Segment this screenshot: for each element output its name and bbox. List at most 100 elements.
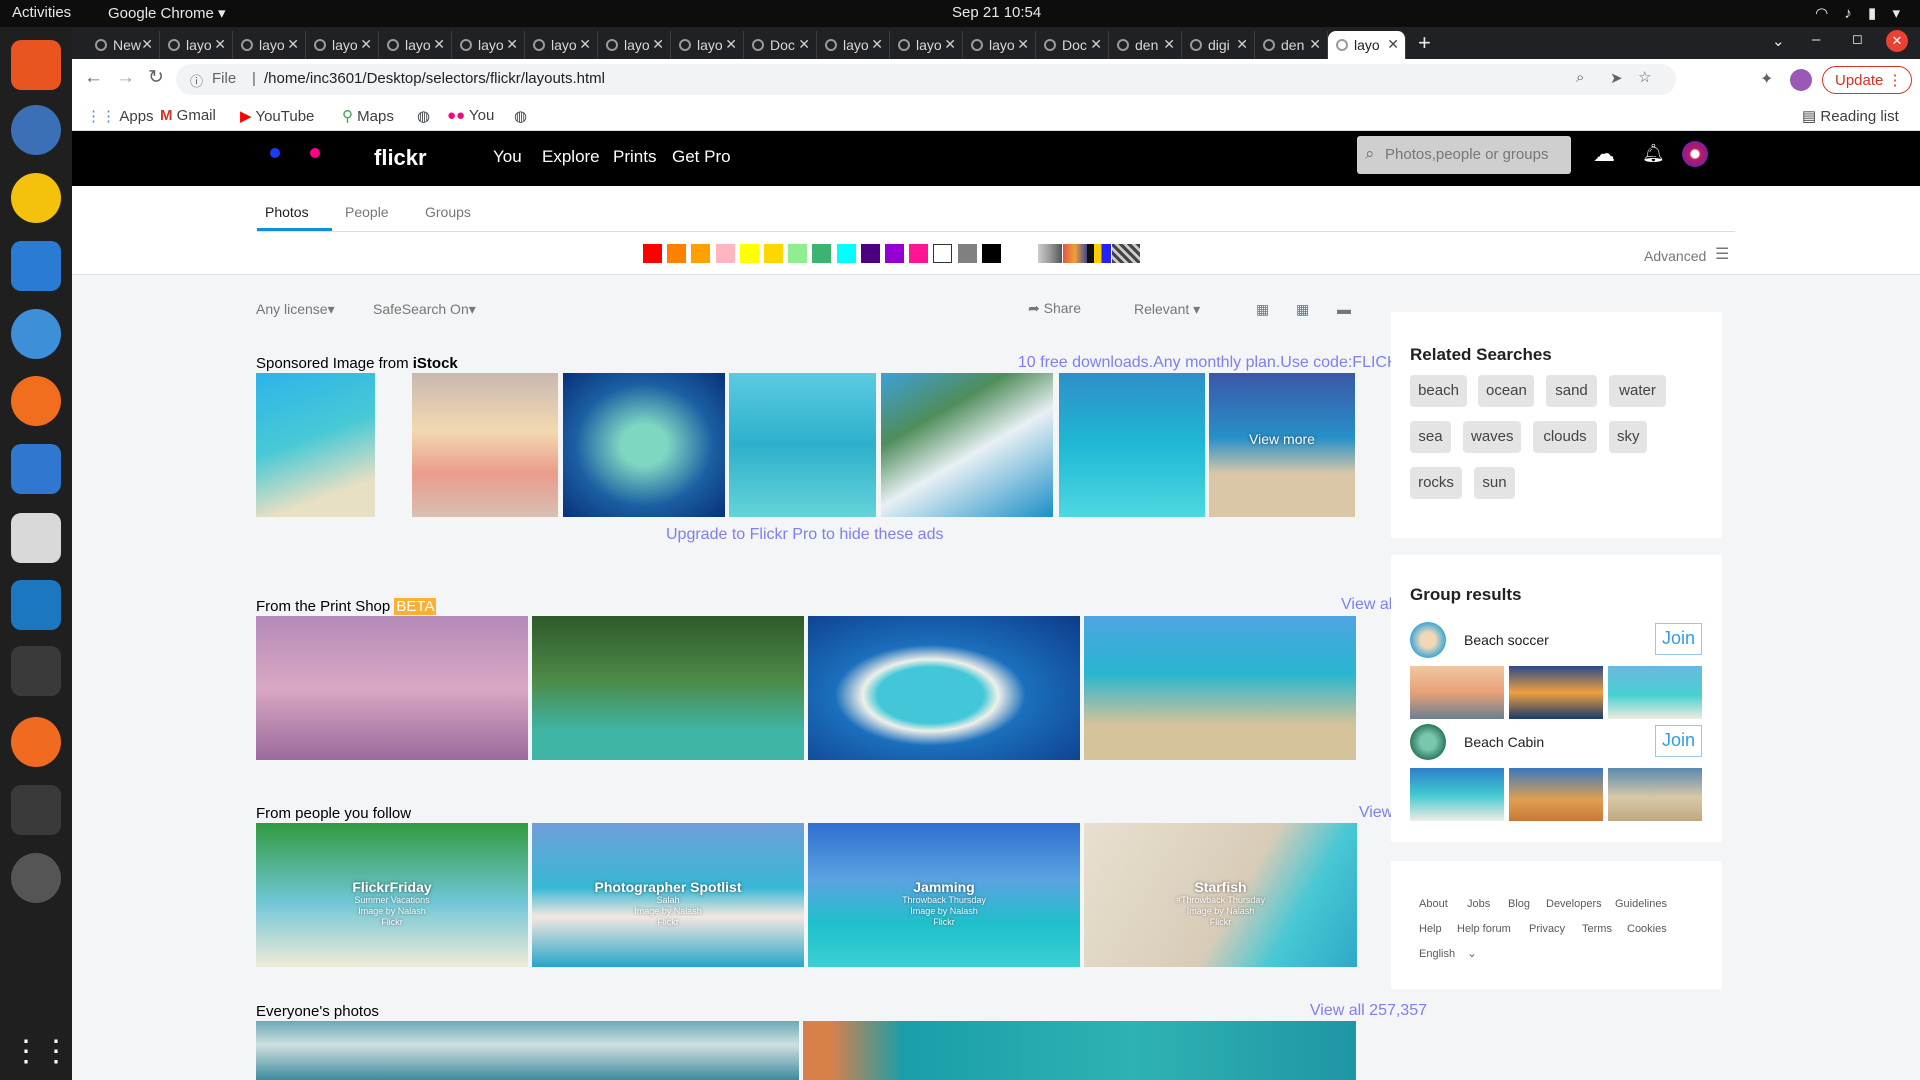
justified-view-icon[interactable]: ▦ [1296,301,1309,318]
close-tab-icon[interactable]: ✕ [214,36,226,53]
color-swatch[interactable] [909,244,929,263]
terminal-icon[interactable] [11,785,61,835]
minimize-window-icon[interactable]: – [1812,31,1820,48]
related-tag[interactable]: sky [1609,421,1647,453]
thunderbird-icon[interactable] [11,105,61,155]
writer-icon[interactable] [11,241,61,291]
people-follow-card[interactable]: Starfish #Throwback Thursday Image by Nala… [1084,823,1357,967]
flickr-logo[interactable]: flickr [374,145,427,171]
language-select[interactable]: English ⌄ [1419,947,1477,960]
print-shop-view-all[interactable]: View all 846 [1172,596,1427,614]
join-group-button[interactable]: Join [1655,725,1702,757]
ubuntu-software-icon[interactable] [11,40,61,90]
activities-button[interactable]: Activities [12,4,71,21]
close-tab-icon[interactable]: ✕ [506,36,518,53]
footer-blog[interactable]: Blog [1508,898,1530,910]
people-follow-card[interactable]: Photographer Spotlist Salah Image by Nalas… [532,823,804,967]
close-tab-icon[interactable]: ✕ [287,36,299,53]
tab[interactable]: layo ✕ [160,31,233,59]
profile-avatar[interactable] [1790,69,1812,91]
group-name[interactable]: Beach Cabin [1464,734,1544,750]
group-photo[interactable] [1608,666,1702,719]
related-tag[interactable]: sea [1410,421,1451,453]
tab[interactable]: den ✕ [1255,31,1328,59]
color-swatch[interactable] [812,244,832,263]
back-icon[interactable]: ← [84,67,103,89]
close-tab-icon[interactable]: ✕ [579,36,591,53]
update-button[interactable]: Update ⋮ [1822,66,1912,94]
people-follow-card[interactable]: Jamming Throwback Thursday Image by Nalash… [808,823,1080,967]
close-window-icon[interactable]: ✕ [1886,30,1908,52]
group-name[interactable]: Beach soccer [1464,632,1549,648]
nav-get-pro[interactable]: Get Pro [672,147,731,167]
tab[interactable]: layo ✕ [233,31,306,59]
show-apps-icon[interactable]: ⋮⋮⋮ [11,1027,101,1077]
related-tag[interactable]: clouds [1533,421,1597,453]
related-tag[interactable]: sand [1546,375,1597,407]
tab[interactable]: den ✕ [1109,31,1182,59]
tab[interactable]: New ✕ [87,31,160,59]
tab[interactable]: Doc ✕ [744,31,817,59]
bookmark-globe-2[interactable]: ◍ [514,107,527,125]
tab[interactable]: layo ✕ [963,31,1036,59]
maximize-window-icon[interactable]: ◻ [1852,31,1863,47]
sponsored-image[interactable] [1059,373,1205,517]
color-swatch[interactable] [957,244,977,263]
footer-developers[interactable]: Developers [1546,898,1602,910]
group-photo[interactable] [1509,666,1603,719]
group-photo[interactable] [1410,768,1504,821]
sponsored-image[interactable] [881,373,1053,517]
group-photo[interactable] [1410,666,1504,719]
related-tag[interactable]: beach [1410,375,1467,407]
close-tab-icon[interactable]: ✕ [1387,36,1399,53]
everyone-photo[interactable] [256,1021,799,1080]
print-shop-image[interactable] [808,616,1080,760]
advanced-sliders-icon[interactable]: ☰ [1715,244,1729,264]
sponsored-image[interactable] [563,373,725,517]
system-tray[interactable]: ◠ ♪ ▮ ▾ [1815,4,1906,22]
large-view-icon[interactable]: ▬ [1337,301,1351,317]
related-tag[interactable]: sun [1474,467,1515,499]
tab-photos[interactable]: Photos [265,204,309,220]
text-editor-icon[interactable] [11,444,61,494]
reload-icon[interactable]: ↻ [148,66,164,89]
footer-about[interactable]: About [1419,898,1448,910]
footer-help-forum[interactable]: Help forum [1457,923,1511,935]
sponsored-image[interactable] [412,373,558,517]
close-tab-icon[interactable]: ✕ [360,36,372,53]
footer-help[interactable]: Help [1419,923,1442,935]
tab[interactable]: layo ✕ [817,31,890,59]
tab[interactable]: digi ✕ [1182,31,1255,59]
tab[interactable]: Doc ✕ [1036,31,1109,59]
bookmark-star-icon[interactable]: ☆ [1638,68,1651,86]
tab-search-icon[interactable]: ⌄ [1772,32,1785,50]
bookmark-youtube[interactable]: ▶ YouTube [240,107,314,125]
tab[interactable]: layo ✕ [452,31,525,59]
sort-dropdown[interactable]: Relevant ▾ [1134,301,1200,318]
pattern-filter-icon[interactable] [1087,244,1111,263]
nav-you[interactable]: You [493,147,522,167]
sponsored-image[interactable] [256,373,375,517]
group-avatar[interactable] [1410,724,1446,760]
nav-explore[interactable]: Explore [542,147,600,167]
print-shop-image[interactable] [1084,616,1356,760]
firefox-icon[interactable] [11,376,61,426]
info-icon[interactable]: ⓘ [190,71,203,90]
tab-groups[interactable]: Groups [425,204,471,220]
url-text[interactable]: /home/inc3601/Desktop/selectors/flickr/l… [264,70,605,87]
rhythmbox-icon[interactable] [11,173,61,223]
address-bar[interactable]: ⓘ File | /home/inc3601/Desktop/selectors… [176,64,1676,95]
bookmark-globe[interactable]: ◍ [417,107,430,125]
postman-icon[interactable] [11,717,61,767]
everyone-photo[interactable] [803,1021,1356,1080]
print-shop-image[interactable] [256,616,528,760]
sponsored-image[interactable] [729,373,876,517]
grid-small-view-icon[interactable]: ▦ [1256,301,1269,318]
texture-filter-icon[interactable] [1112,244,1140,263]
nav-prints[interactable]: Prints [613,147,656,167]
close-tab-icon[interactable]: ✕ [725,36,737,53]
warm-filter-icon[interactable] [1063,244,1087,263]
color-swatch[interactable] [836,244,856,263]
group-photo[interactable] [1509,768,1603,821]
tab[interactable]: layo ✕ [525,31,598,59]
